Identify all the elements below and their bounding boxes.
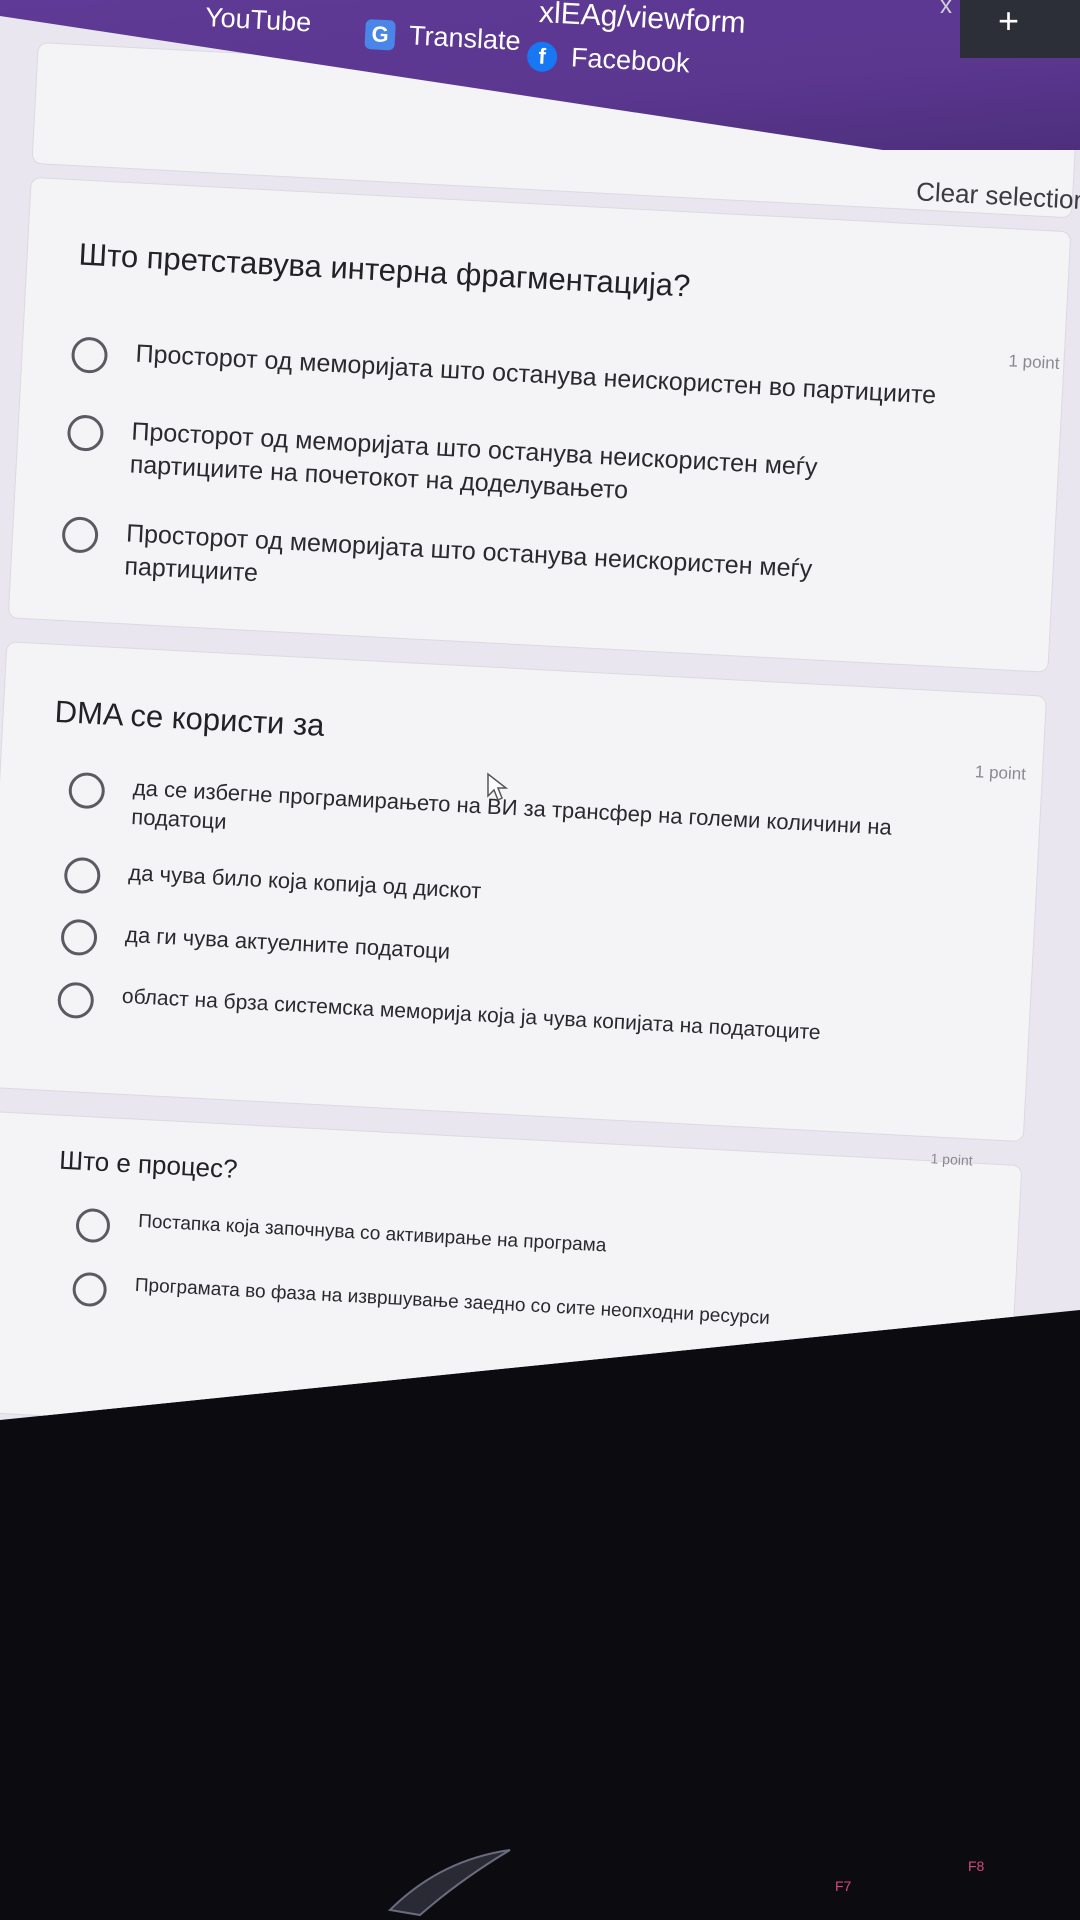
bookmark-label: YouTube [204, 2, 312, 38]
question-points-2: 1 point [974, 762, 1027, 784]
key-f8[interactable]: F8 [968, 1858, 984, 1874]
radio-button[interactable] [75, 1207, 111, 1244]
radio-button[interactable] [71, 1271, 108, 1308]
bookmark-label: Facebook [570, 42, 691, 79]
radio-button[interactable] [70, 336, 109, 375]
question-points-1: 1 point [1008, 351, 1060, 373]
bookmark-label: Translate [408, 20, 522, 57]
radio-button[interactable] [63, 856, 102, 895]
radio-button[interactable] [61, 516, 100, 554]
laptop-screen: Clear selection Што претставува интерна … [0, 0, 1080, 1420]
radio-button[interactable] [60, 918, 98, 957]
mouse-cursor-icon [487, 772, 508, 802]
question-points-3: 1 point [930, 1150, 974, 1169]
bookmark-youtube[interactable]: YouTube [204, 2, 312, 39]
radio-button[interactable] [67, 771, 106, 810]
close-tab-icon[interactable]: x [940, 0, 952, 20]
google-form: Clear selection Што претставува интерна … [0, 0, 1080, 1420]
radio-button[interactable] [66, 414, 105, 452]
new-tab-button[interactable]: + [998, 0, 1019, 42]
keyboard-logo-icon [387, 1849, 511, 1917]
facebook-icon: f [526, 40, 558, 73]
key-f7[interactable]: F7 [835, 1878, 851, 1894]
google-translate-icon: G [364, 18, 396, 51]
radio-button[interactable] [56, 981, 95, 1020]
tab-strip [960, 0, 1080, 58]
